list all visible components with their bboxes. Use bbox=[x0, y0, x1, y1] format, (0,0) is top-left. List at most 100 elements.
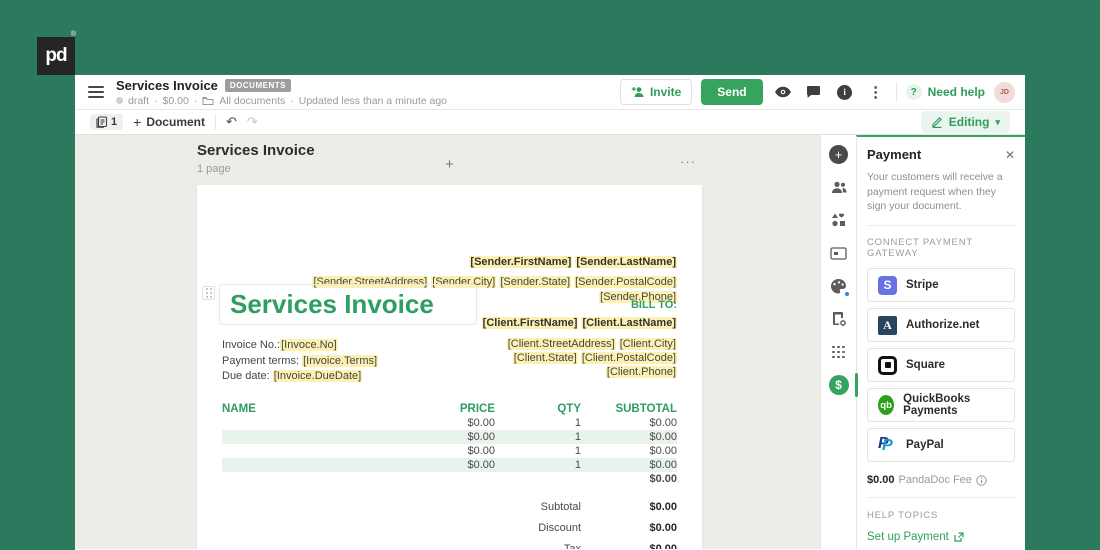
discount-row: Discount $0.00 bbox=[538, 521, 677, 534]
pricing-table-header: NAME PRICE QTY SUBTOTAL bbox=[222, 403, 677, 415]
document-title[interactable]: Services Invoice bbox=[116, 78, 218, 93]
table-total-row: $0.00 bbox=[222, 472, 677, 486]
page-more-icon[interactable]: ··· bbox=[680, 154, 696, 169]
client-lastname-token[interactable]: [Client.LastName] bbox=[581, 317, 677, 329]
payment-terms-token[interactable]: [Invoice.Terms] bbox=[302, 354, 379, 367]
folder-icon bbox=[202, 96, 214, 106]
gateway-authorize-button[interactable]: A Authorize.net bbox=[867, 308, 1015, 343]
editing-mode-dropdown[interactable]: Editing ▾ bbox=[920, 111, 1010, 133]
table-row[interactable]: $0.00 1 $0.00 bbox=[222, 430, 677, 444]
invoice-meta-block[interactable]: Invoice No.:[Invoce.No] Payment terms: [… bbox=[222, 338, 379, 385]
fields-button[interactable] bbox=[829, 243, 849, 263]
right-icon-rail: + $ bbox=[820, 135, 858, 549]
info-icon[interactable]: i bbox=[834, 81, 856, 103]
app-window: Services Invoice DOCUMENTS draft · $0.00… bbox=[75, 75, 1025, 550]
draft-status-dot-icon bbox=[116, 97, 123, 104]
payment-app-button[interactable]: $ bbox=[828, 373, 858, 397]
plus-icon: + bbox=[133, 114, 142, 130]
send-button[interactable]: Send bbox=[701, 79, 763, 105]
due-date-token[interactable]: [Invoice.DueDate] bbox=[272, 370, 363, 382]
invoice-no-token[interactable]: [Invoce.No] bbox=[280, 339, 338, 351]
fields-icon bbox=[830, 246, 847, 260]
status-amount: $0.00 bbox=[162, 94, 189, 107]
table-row[interactable]: $0.00 1 $0.00 bbox=[222, 458, 677, 472]
add-document-button[interactable]: + Document bbox=[133, 114, 205, 130]
payment-panel-description: Your customers will receive a payment re… bbox=[867, 170, 1015, 227]
recipients-icon bbox=[831, 181, 846, 193]
pandadoc-logo: pd ® bbox=[37, 31, 76, 75]
document-settings-button[interactable] bbox=[829, 309, 849, 329]
square-icon bbox=[878, 355, 897, 375]
payment-dollar-icon: $ bbox=[828, 375, 849, 395]
client-postal-token[interactable]: [Client.PostalCode] bbox=[580, 352, 677, 364]
help-topics-title: HELP TOPICS bbox=[867, 510, 939, 522]
external-link-icon bbox=[954, 532, 964, 542]
sender-firstname-token[interactable]: [Sender.FirstName] bbox=[469, 256, 573, 268]
bill-to-block[interactable]: BILL TO: [Client.FirstName] [Client.Last… bbox=[481, 299, 677, 379]
comments-icon[interactable] bbox=[803, 81, 825, 103]
status-folder[interactable]: All documents bbox=[219, 95, 285, 107]
pandadoc-fee-row: $0.00 PandaDoc Fee bbox=[867, 474, 1015, 486]
question-icon: ? bbox=[905, 84, 922, 100]
client-city-token[interactable]: [Client.City] bbox=[618, 338, 677, 350]
page-count-chip[interactable]: 1 bbox=[90, 114, 124, 130]
document-status-line: draft · $0.00 · All documents · Updated … bbox=[116, 95, 447, 107]
gateway-quickbooks-button[interactable]: qb QuickBooks Payments bbox=[867, 388, 1015, 423]
due-date-label: Due date: bbox=[222, 370, 273, 382]
pandadoc-logo-text: pd bbox=[45, 45, 67, 66]
invoice-title-block[interactable]: Services Invoice bbox=[219, 284, 477, 325]
table-row[interactable]: $0.00 1 $0.00 bbox=[222, 444, 677, 458]
undo-icon[interactable]: ↶ bbox=[226, 115, 237, 130]
connect-gateway-section-title: CONNECT PAYMENT GATEWAY bbox=[867, 237, 973, 260]
client-firstname-token[interactable]: [Client.FirstName] bbox=[481, 317, 579, 329]
user-avatar[interactable]: JD bbox=[994, 81, 1015, 103]
content-blocks-icon bbox=[831, 213, 845, 227]
document-header-bar: Services Invoice DOCUMENTS draft · $0.00… bbox=[75, 75, 1025, 110]
add-page-icon[interactable]: + bbox=[445, 156, 454, 173]
client-street-token[interactable]: [Client.StreetAddress] bbox=[506, 338, 616, 350]
sender-postal-token[interactable]: [Sender.PostalCode] bbox=[574, 276, 677, 288]
preview-eye-icon[interactable] bbox=[772, 81, 794, 103]
header-divider bbox=[895, 82, 897, 102]
paypal-icon: P P bbox=[878, 435, 893, 455]
add-block-button[interactable]: + bbox=[829, 144, 849, 164]
help-link-setup-payment[interactable]: Set up Payment bbox=[867, 531, 1015, 543]
client-state-token[interactable]: [Client.State] bbox=[512, 352, 578, 364]
status-updated: Updated less than a minute ago bbox=[298, 94, 448, 107]
document-canvas: Services Invoice 1 page + ··· [Sender.Fi… bbox=[75, 135, 820, 549]
redo-icon[interactable]: ↷ bbox=[247, 115, 258, 130]
design-button[interactable] bbox=[829, 276, 850, 297]
gateway-paypal-button[interactable]: P P PayPal bbox=[867, 428, 1015, 463]
sender-state-token[interactable]: [Sender.State] bbox=[499, 276, 572, 288]
editor-toolbar: 1 + Document ↶ ↷ Editing ▾ bbox=[75, 110, 1025, 135]
fee-info-icon[interactable] bbox=[976, 474, 987, 486]
block-drag-handle[interactable] bbox=[202, 286, 215, 300]
status-state: draft bbox=[128, 94, 150, 107]
payment-panel: Payment ✕ Your customers will receive a … bbox=[856, 135, 1025, 549]
apps-grid-icon bbox=[832, 345, 845, 359]
sender-lastname-token[interactable]: [Sender.LastName] bbox=[575, 256, 677, 268]
stripe-icon: S bbox=[878, 275, 897, 295]
table-total-value: $0.00 bbox=[649, 473, 677, 485]
apps-button[interactable] bbox=[829, 342, 849, 362]
hamburger-menu-icon[interactable] bbox=[88, 86, 104, 98]
invite-button[interactable]: Invite bbox=[619, 79, 693, 105]
more-actions-kebab-icon[interactable]: ⋮ bbox=[865, 81, 887, 103]
table-row[interactable]: $0.00 1 $0.00 bbox=[222, 416, 677, 430]
content-library-button[interactable] bbox=[829, 210, 849, 230]
close-icon[interactable]: ✕ bbox=[1005, 148, 1015, 162]
recipients-button[interactable] bbox=[829, 177, 849, 197]
chevron-down-icon: ▾ bbox=[995, 116, 1000, 127]
invoice-title[interactable]: Services Invoice bbox=[230, 289, 434, 320]
client-phone-token[interactable]: [Client.Phone] bbox=[605, 366, 677, 378]
tax-row: Tax $0.00 bbox=[563, 542, 677, 550]
add-circle-icon: + bbox=[829, 144, 848, 164]
gateway-square-button[interactable]: Square bbox=[867, 348, 1015, 383]
notification-dot bbox=[843, 291, 850, 297]
gateway-stripe-button[interactable]: S Stripe bbox=[867, 268, 1015, 303]
need-help-button[interactable]: ? Need help bbox=[905, 84, 985, 100]
invite-person-icon bbox=[631, 86, 645, 98]
pricing-table[interactable]: NAME PRICE QTY SUBTOTAL $0.00 1 $0.00 $0… bbox=[222, 402, 677, 549]
invoice-no-label: Invoice No.: bbox=[222, 339, 281, 351]
quickbooks-icon: qb bbox=[878, 395, 895, 416]
